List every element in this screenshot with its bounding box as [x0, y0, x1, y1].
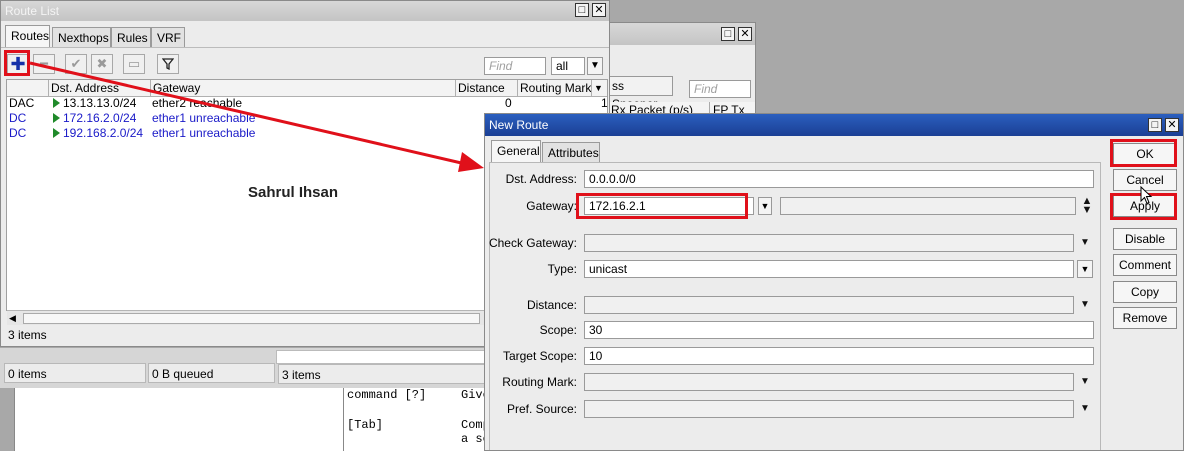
mouse-cursor-icon [1140, 186, 1153, 205]
annotation-arrow [29, 61, 484, 172]
